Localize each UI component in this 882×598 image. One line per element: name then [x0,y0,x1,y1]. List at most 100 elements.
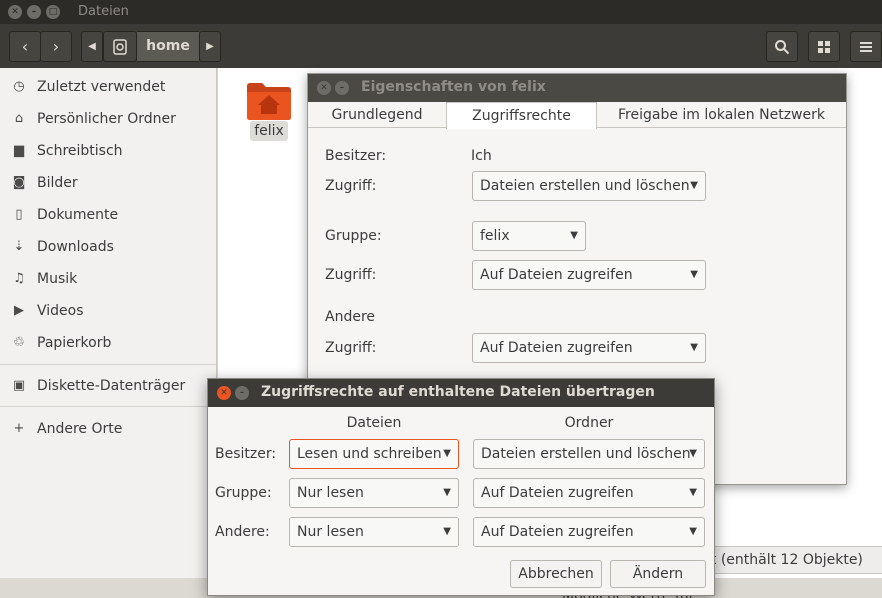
sidebar-item-label: Schreibtisch [37,143,123,159]
sidebar-item-music[interactable]: ♫ Musik [0,264,216,294]
sidebar-item-recent[interactable]: ◷ Zuletzt verwendet [0,72,216,102]
group-files-value: Nur lesen [297,485,364,501]
plus-icon: + [13,421,25,436]
owner-value: Ich [471,148,492,164]
grid-icon [818,41,830,53]
window-minimize-button[interactable]: – [27,5,41,19]
window-maximize-button[interactable]: □ [46,5,60,19]
path-home-button[interactable]: home [137,31,199,62]
group-folders-dropdown[interactable]: Auf Dateien zugreifen ▼ [473,478,705,508]
group-files-dropdown[interactable]: Nur lesen ▼ [289,478,459,508]
others-label: Andere [325,309,376,325]
sidebar-item-floppy[interactable]: ▣ Diskette-Datenträger [0,371,216,401]
cancel-button[interactable]: Abbrechen [510,560,602,588]
owner-files-value: Lesen und schreiben [297,446,442,462]
row-label-owner: Besitzer: [215,446,277,462]
path-root-button[interactable] [103,31,137,62]
owner-folders-dropdown[interactable]: Dateien erstellen und löschen ▼ [473,439,705,469]
apply-dialog-close-button[interactable]: ✕ [217,386,231,400]
others-access-label: Zugriff: [325,340,377,356]
others-files-dropdown[interactable]: Nur lesen ▼ [289,517,459,547]
tab-permissions[interactable]: Zugriffsrechte [446,102,597,129]
document-icon: ▯ [15,207,23,222]
sidebar-item-other-locations[interactable]: + Andere Orte [0,414,216,444]
chevron-down-icon: ▼ [690,180,698,191]
properties-titlebar: ✕ – Eigenschaften von felix [308,74,846,102]
path-scroll-right-button[interactable]: ▶ [199,31,221,62]
chevron-down-icon: ▼ [690,342,698,353]
clock-icon: ◷ [13,79,25,94]
tab-basic[interactable]: Grundlegend [308,102,446,128]
column-header-folders: Ordner [564,415,614,431]
chevron-down-icon: ▼ [570,230,578,241]
sidebar-separator [0,364,216,365]
sidebar-item-trash[interactable]: ♲ Papierkorb [0,328,216,358]
sidebar-item-label: Dokumente [37,207,119,223]
properties-title: Eigenschaften von felix [361,79,546,95]
sidebar-item-label: Papierkorb [37,335,112,351]
tab-local-network-share[interactable]: Freigabe im lokalen Netzwerk [597,102,846,128]
back-button[interactable]: ‹ [9,31,41,62]
group-access-dropdown[interactable]: Auf Dateien zugreifen ▼ [472,260,706,290]
trash-icon: ♲ [13,335,25,350]
owner-access-label: Zugriff: [325,178,377,194]
folder-name-label[interactable]: felix [250,121,288,141]
drive-icon [113,39,127,55]
folder-icon: ▆ [14,143,24,158]
chevron-down-icon: ▼ [690,269,698,280]
sidebar-item-label: Zuletzt verwendet [37,79,166,95]
home-folder-icon[interactable] [246,80,292,120]
chevron-down-icon: ▼ [443,487,451,498]
download-icon: ⇣ [13,239,25,254]
search-icon [775,40,790,55]
video-icon: ▶ [14,303,24,318]
sidebar-item-pictures[interactable]: ◙ Bilder [0,168,216,198]
menu-button[interactable] [850,31,882,62]
apply-permissions-dialog: ✕ – Zugriffsrechte auf enthaltene Dateie… [207,378,715,596]
sidebar-item-label: Bilder [37,175,78,191]
chevron-down-icon: ▼ [689,487,697,498]
chevron-down-icon: ▼ [443,526,451,537]
apply-dialog-minimize-button[interactable]: – [235,386,249,400]
search-button[interactable] [766,31,798,62]
owner-access-dropdown[interactable]: Dateien erstellen und löschen ▼ [472,171,706,201]
apply-dialog-titlebar: ✕ – Zugriffsrechte auf enthaltene Dateie… [208,379,714,407]
group-dropdown[interactable]: felix ▼ [472,221,586,251]
sidebar-item-home[interactable]: ⌂ Persönlicher Ordner [0,104,216,134]
apply-dialog-title: Zugriffsrechte auf enthaltene Dateien üb… [261,384,655,400]
chevron-right-icon: › [52,37,60,56]
path-scroll-left-button[interactable]: ◀ [81,31,103,62]
group-folders-value: Auf Dateien zugreifen [481,485,634,501]
sidebar-item-downloads[interactable]: ⇣ Downloads [0,232,216,262]
properties-minimize-button[interactable]: – [335,81,349,95]
sidebar-item-videos[interactable]: ▶ Videos [0,296,216,326]
sidebar-item-documents[interactable]: ▯ Dokumente [0,200,216,230]
forward-button[interactable]: › [40,31,72,62]
properties-close-button[interactable]: ✕ [317,81,331,95]
sidebar-item-label: Musik [37,271,78,287]
music-icon: ♫ [13,271,25,286]
row-label-others: Andere: [215,524,270,540]
sidebar-item-label: Videos [37,303,84,319]
sidebar-item-desktop[interactable]: ▆ Schreibtisch [0,136,216,166]
owner-label: Besitzer: [325,148,387,164]
view-toggle-button[interactable] [808,31,840,62]
others-folders-dropdown[interactable]: Auf Dateien zugreifen ▼ [473,517,705,547]
sidebar-separator [0,406,216,407]
others-access-dropdown[interactable]: Auf Dateien zugreifen ▼ [472,333,706,363]
others-files-value: Nur lesen [297,524,364,540]
window-close-button[interactable]: ✕ [8,5,22,19]
sidebar-item-label: Downloads [37,239,114,255]
chevron-left-icon: ‹ [21,37,29,56]
sidebar-item-label: Diskette-Datenträger [37,378,186,394]
sidebar: ◷ Zuletzt verwendet ⌂ Persönlicher Ordne… [0,68,217,578]
others-access-value: Auf Dateien zugreifen [480,340,633,356]
group-value: felix [480,228,510,244]
apply-button[interactable]: Ändern [610,560,706,588]
status-bar: lt (enthält 12 Objekte) [700,546,882,574]
chevron-down-icon: ▼ [689,526,697,537]
others-folders-value: Auf Dateien zugreifen [481,524,634,540]
toolbar: ‹ › ◀ home ▶ [0,24,882,68]
window-titlebar: ✕ – □ Dateien [0,0,882,24]
owner-files-dropdown[interactable]: Lesen und schreiben ▼ [289,439,459,469]
